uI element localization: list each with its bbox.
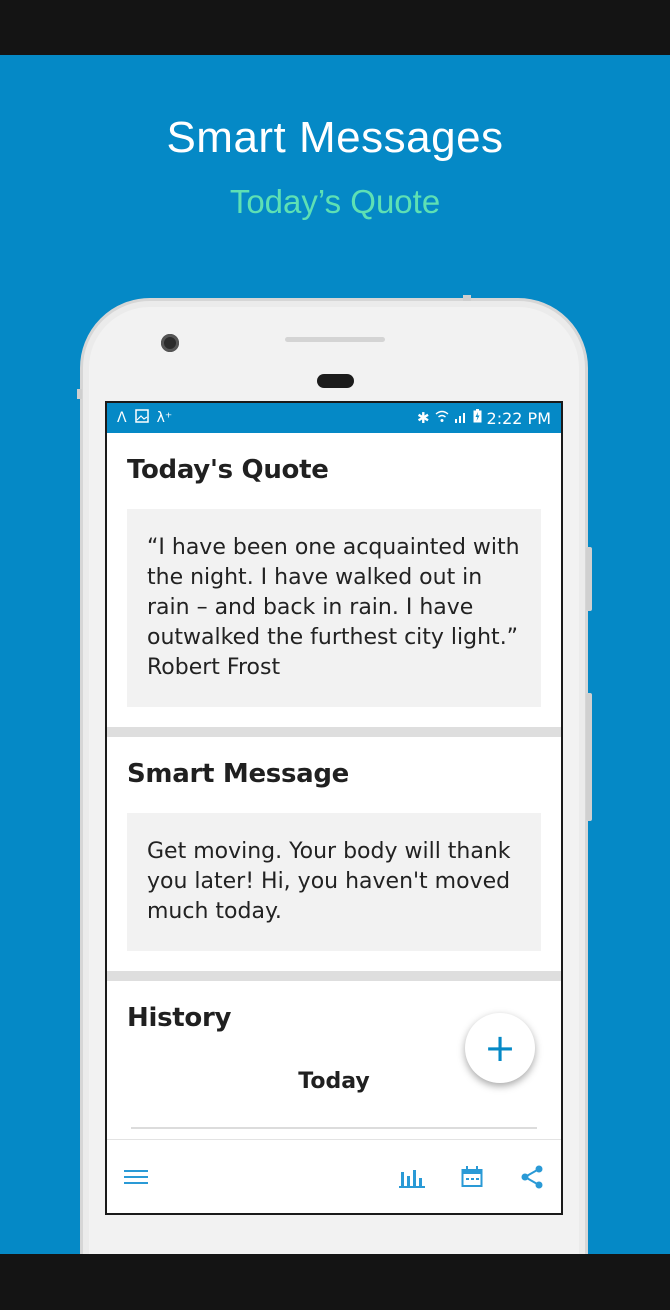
promo-title: Smart Messages — [166, 113, 504, 162]
app-screen: Λ λ⁺ ✱ 2:22 PM Today's Quote “I have bee… — [105, 401, 563, 1215]
top-black-bar — [0, 0, 670, 55]
smart-message-title: Smart Message — [127, 759, 350, 789]
phone-volume-button — [586, 547, 592, 611]
proximity-sensor — [317, 374, 354, 388]
quote-card[interactable]: “I have been one acquainted with the nig… — [127, 509, 541, 707]
section-divider — [107, 727, 561, 737]
calendar-icon[interactable] — [457, 1162, 487, 1192]
app-notification-icon: Λ — [117, 410, 127, 426]
status-bar: Λ λ⁺ ✱ 2:22 PM — [107, 403, 561, 433]
smart-message-card[interactable]: Get moving. Your body will thank you lat… — [127, 813, 541, 951]
image-notification-icon — [134, 409, 149, 427]
share-icon[interactable] — [517, 1162, 547, 1192]
system-icons: ✱ 2:22 PM — [417, 409, 551, 428]
notification-icons: Λ λ⁺ — [117, 409, 172, 427]
front-camera — [161, 334, 179, 352]
promo-banner: Smart Messages Today’s Quote Λ λ⁺ ✱ 2:22… — [0, 55, 670, 1254]
signal-icon — [454, 409, 468, 427]
bluetooth-icon: ✱ — [416, 409, 430, 427]
todays-quote-title: Today's Quote — [127, 455, 329, 485]
status-time: 2:22 PM — [486, 408, 551, 428]
wifi-icon — [435, 409, 449, 427]
promo-subtitle: Today’s Quote — [229, 183, 441, 220]
phone-top-nub — [463, 295, 471, 301]
smart-message-section: Smart Message Get moving. Your body will… — [107, 737, 561, 971]
bar-chart-icon[interactable] — [397, 1162, 427, 1192]
menu-icon[interactable] — [121, 1162, 151, 1192]
bottom-black-bar — [0, 1254, 670, 1310]
earpiece-speaker — [285, 337, 385, 342]
bottom-nav-actions — [397, 1162, 547, 1192]
add-button[interactable]: + — [465, 1013, 535, 1083]
history-divider — [131, 1127, 537, 1129]
phone-frame: Λ λ⁺ ✱ 2:22 PM Today's Quote “I have bee… — [77, 295, 592, 1254]
font-notification-icon: λ⁺ — [156, 410, 173, 426]
todays-quote-section: Today's Quote “I have been one acquainte… — [107, 433, 561, 727]
battery-icon — [473, 409, 482, 427]
bottom-navigation — [107, 1139, 561, 1213]
phone-side-notch — [77, 389, 82, 399]
section-divider — [107, 971, 561, 981]
phone-power-button — [586, 693, 592, 821]
